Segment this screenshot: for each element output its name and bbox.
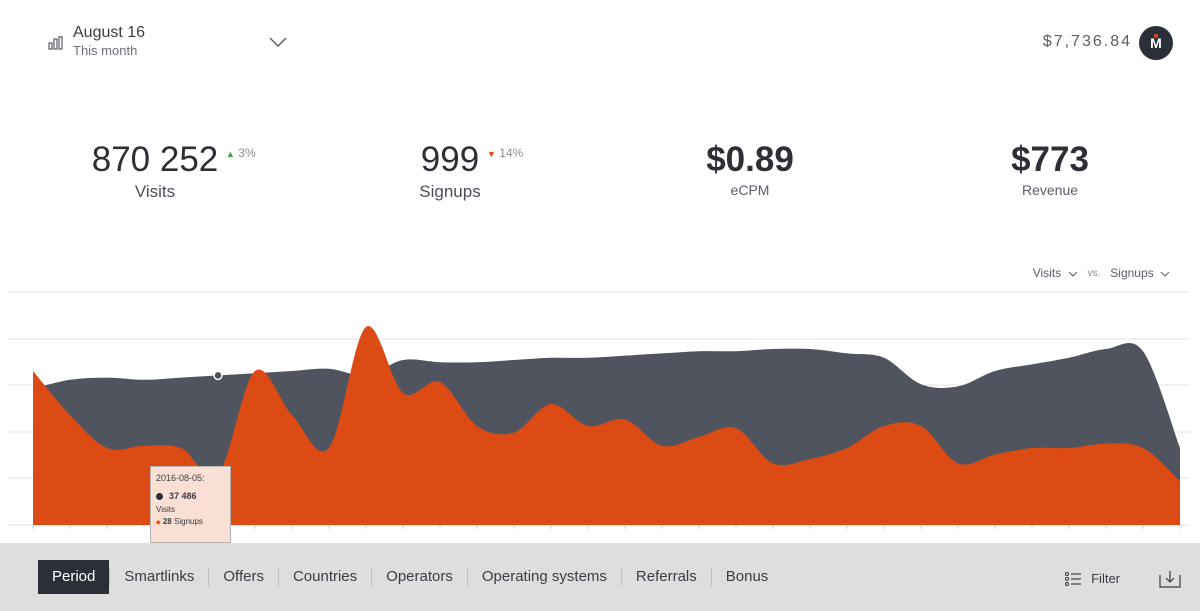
- tab-offers[interactable]: Offers: [209, 560, 278, 594]
- stat-value: $0.89: [706, 140, 794, 179]
- tab-operating-systems[interactable]: Operating systems: [468, 560, 621, 594]
- tab-bonus[interactable]: Bonus: [712, 560, 783, 594]
- filter-label: Filter: [1091, 571, 1120, 586]
- period-subtitle: This month: [73, 43, 138, 58]
- download-icon[interactable]: [1158, 569, 1182, 589]
- compare-right-dropdown[interactable]: Signups: [1110, 266, 1170, 280]
- signups-diamond-icon: ◆: [156, 520, 161, 526]
- stat-label: Revenue: [1021, 182, 1079, 198]
- tooltip-signups-row: ◆ 28 Signups: [156, 517, 225, 526]
- report-tabs: Period Smartlinks Offers Countries Operators…: [38, 560, 782, 594]
- chevron-down-icon: [1160, 271, 1170, 277]
- trend-down-badge: ▼ 14%: [487, 146, 523, 160]
- visits-dot-icon: [156, 492, 163, 500]
- avatar-dot: [1154, 34, 1158, 38]
- tab-smartlinks[interactable]: Smartlinks: [110, 560, 208, 594]
- bar-chart-icon: [48, 36, 63, 50]
- stat-label: Signups: [419, 182, 481, 201]
- stat-revenue: $773 Revenue: [990, 140, 1110, 198]
- compare-left-dropdown[interactable]: Visits: [1033, 266, 1078, 280]
- tab-operators[interactable]: Operators: [372, 560, 467, 594]
- chevron-down-icon: [1068, 271, 1077, 277]
- stat-label: eCPM: [730, 182, 770, 198]
- triangle-up-icon: ▲: [226, 149, 235, 159]
- compare-vs: vs.: [1087, 267, 1101, 279]
- series-compare-selector: Visits vs. Signups: [1033, 266, 1170, 280]
- header: August 16 This month $7,736.84 M: [0, 0, 1200, 90]
- filter-button[interactable]: Filter: [1065, 571, 1120, 586]
- tooltip-visits-row: 37 486: [156, 491, 225, 501]
- trend-value: 3%: [238, 146, 256, 160]
- tooltip-signups-value: 28: [162, 517, 172, 526]
- stat-signups: 999 Signups: [400, 140, 500, 202]
- chart-tooltip: 2016-08-05: 37 486 Visits ◆ 28 Signups: [150, 466, 231, 543]
- stat-label: Visits: [134, 182, 176, 201]
- triangle-down-icon: ▼: [487, 149, 496, 159]
- trend-value: 14%: [499, 146, 524, 160]
- period-selector[interactable]: August 16 This month: [46, 22, 296, 66]
- trend-up-badge: ▲ 3%: [226, 146, 256, 160]
- chevron-down-icon[interactable]: [268, 36, 288, 48]
- visits-hover-point: [213, 370, 223, 381]
- compare-left-label: Visits: [1032, 266, 1062, 280]
- tooltip-signups-label: Signups: [174, 517, 203, 526]
- account-balance: $7,736.84: [1042, 33, 1132, 50]
- avatar[interactable]: M: [1139, 26, 1173, 60]
- list-filter-icon: [1065, 571, 1082, 586]
- tooltip-visits-value: 37 486: [169, 491, 197, 501]
- tab-period[interactable]: Period: [38, 560, 110, 594]
- stat-visits: 870 252 Visits: [80, 140, 230, 202]
- tooltip-date: 2016-08-05:: [156, 473, 205, 483]
- tooltip-visits-label: Visits: [156, 505, 175, 514]
- tab-referrals[interactable]: Referrals: [622, 560, 711, 594]
- period-title: August 16: [73, 24, 146, 41]
- stat-value: $773: [1011, 140, 1089, 179]
- compare-right-label: Signups: [1110, 266, 1154, 280]
- bottom-nav-bar: Period Smartlinks Offers Countries Operators…: [0, 543, 1200, 611]
- tab-countries[interactable]: Countries: [279, 560, 371, 594]
- stat-value: 999: [420, 140, 480, 179]
- stat-ecpm: $0.89 eCPM: [690, 140, 810, 198]
- stat-value: 870 252: [91, 140, 219, 179]
